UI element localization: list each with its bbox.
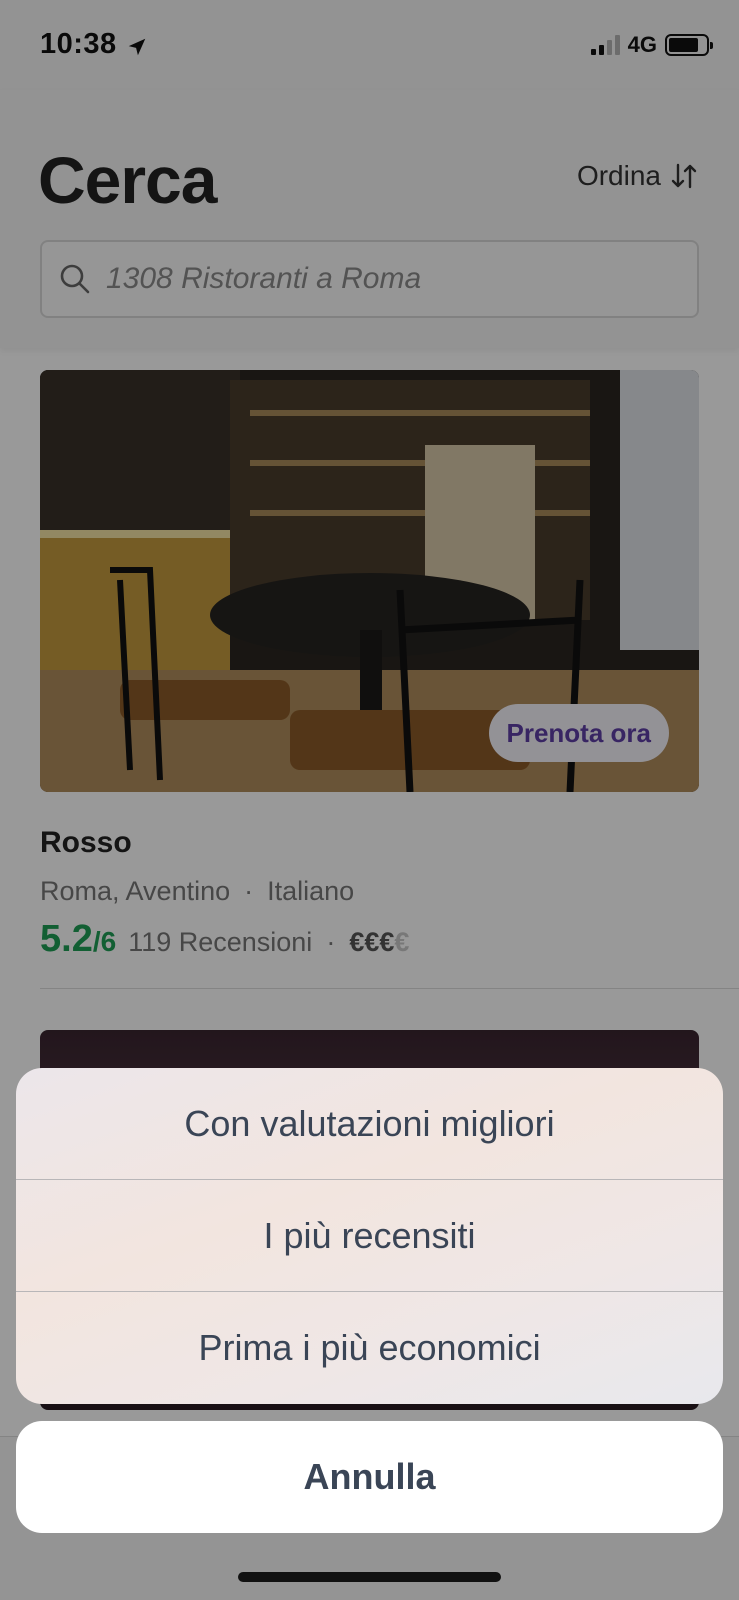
home-indicator bbox=[238, 1572, 501, 1582]
sort-option-most-reviewed[interactable]: I più recensiti bbox=[16, 1180, 723, 1292]
sort-option-best-rated[interactable]: Con valutazioni migliori bbox=[16, 1068, 723, 1180]
sort-option-cheapest[interactable]: Prima i più economici bbox=[16, 1292, 723, 1404]
sort-action-sheet: Con valutazioni migliori I più recensiti… bbox=[16, 1068, 723, 1404]
cancel-button[interactable]: Annulla bbox=[16, 1421, 723, 1533]
